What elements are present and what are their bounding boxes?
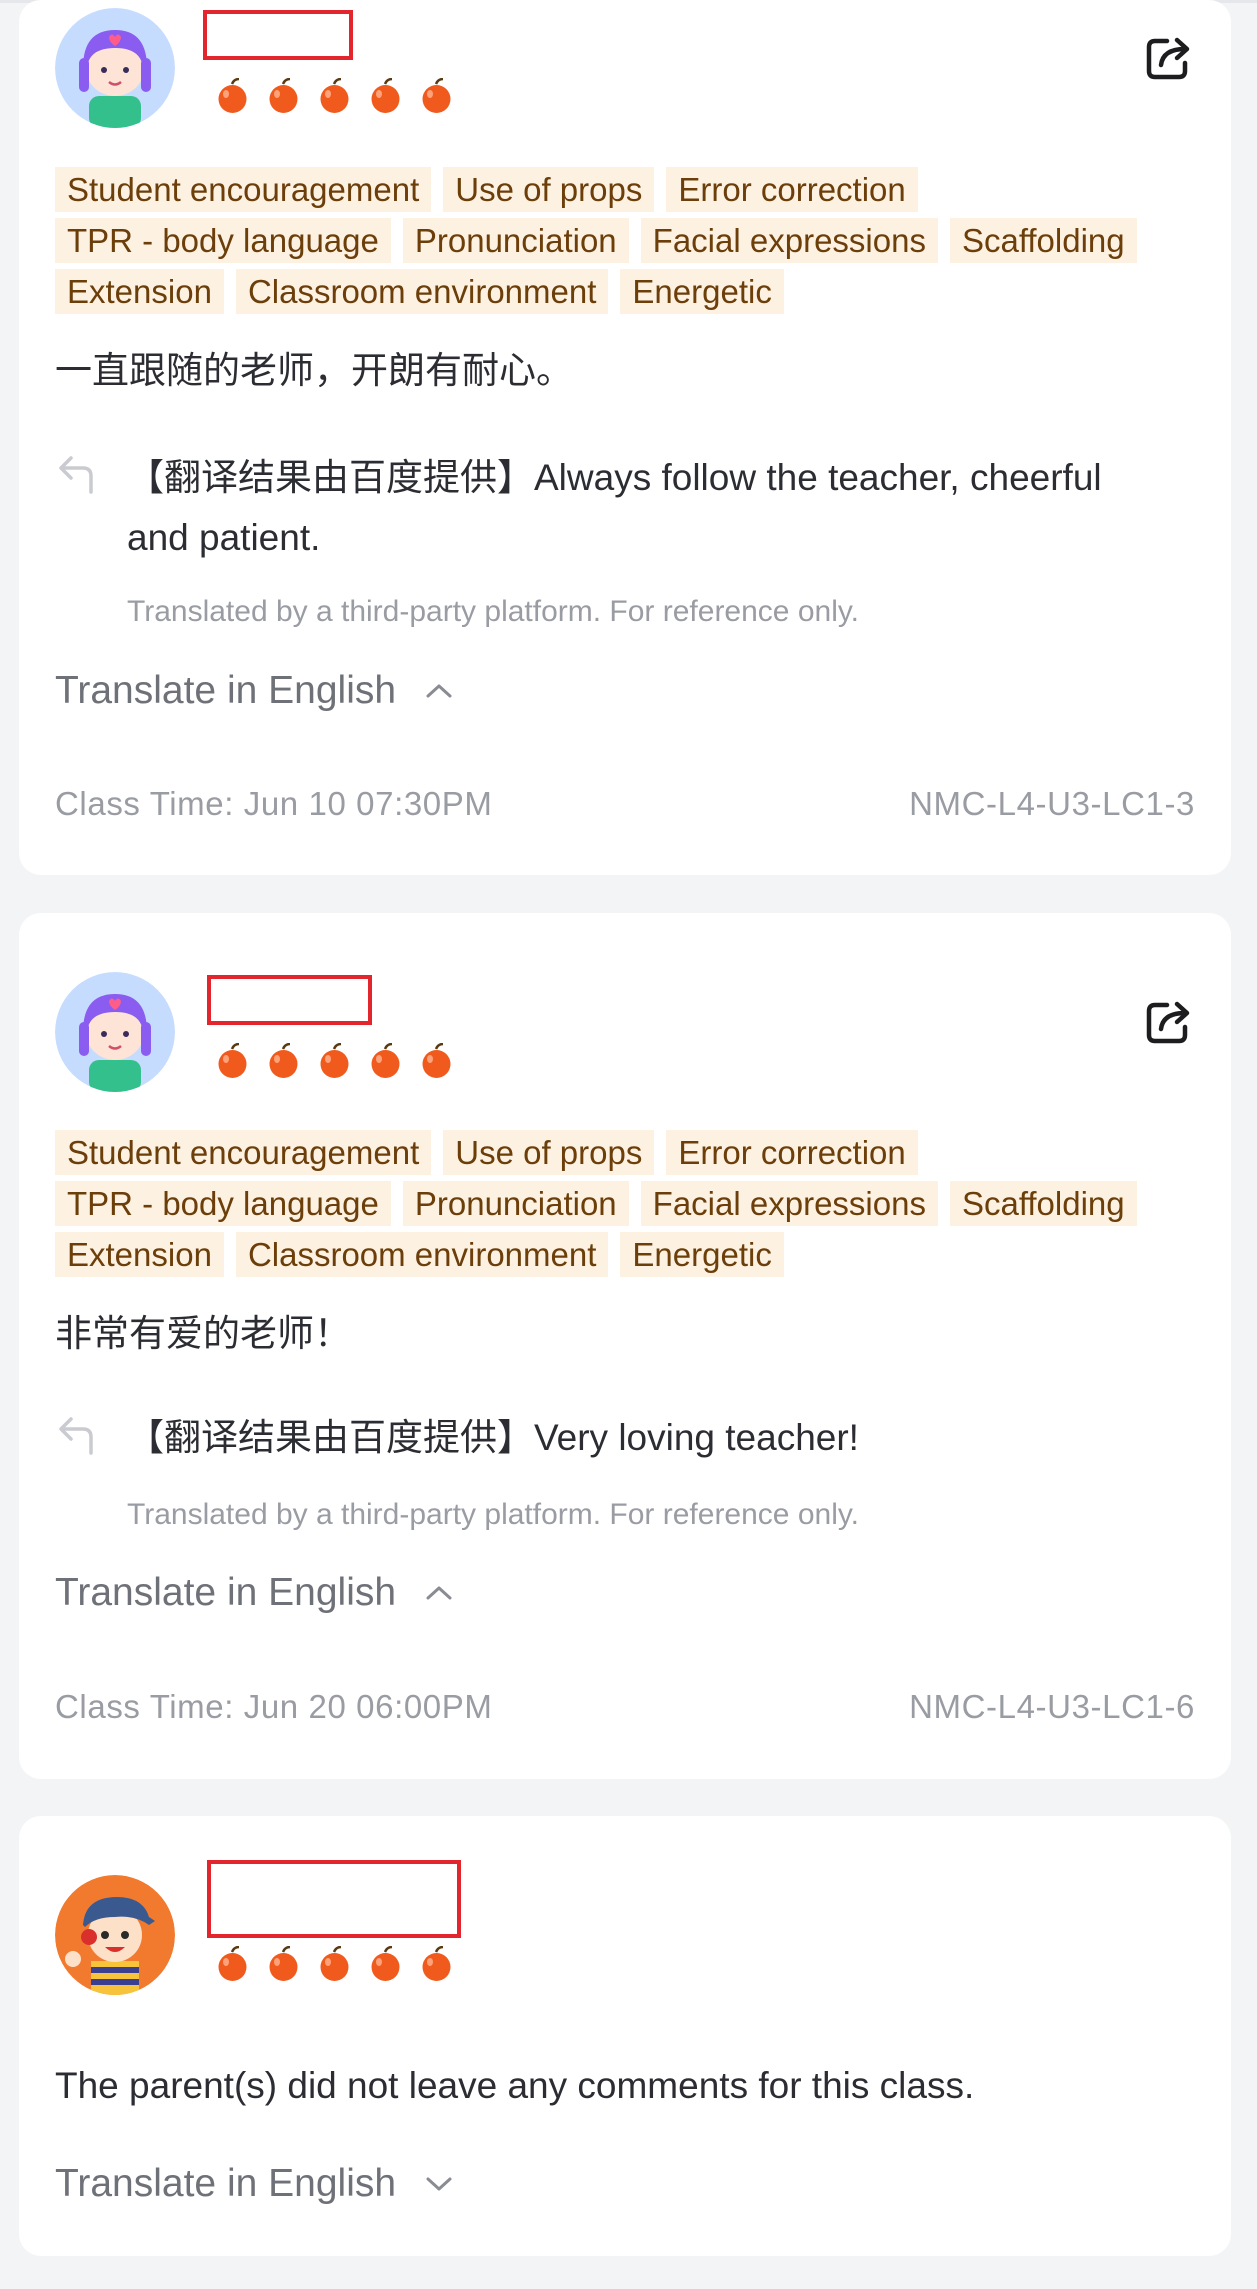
apple-icon (269, 1043, 298, 1078)
translate-label: Translate in English (55, 1571, 397, 1614)
review-list-page: Student encouragement Use of props Error… (0, 0, 1257, 2289)
tag: Error correction (666, 1130, 918, 1175)
review-card: Student encouragement Use of props Error… (19, 0, 1231, 875)
rating-apples (215, 1043, 454, 1079)
girl-avatar-icon (55, 8, 175, 128)
share-icon (1146, 1001, 1190, 1044)
comment-text: 非常有爱的老师！ (55, 1313, 351, 1354)
apple-icon (218, 1043, 247, 1078)
tag-list: Student encouragement Use of props Error… (55, 167, 1155, 314)
class-code: NMC-L4-U3-LC1-3 (909, 785, 1195, 822)
teacher-name-redacted (207, 975, 372, 1025)
comment-text: 一直跟随的老师，开朗有耐心。 (55, 350, 573, 391)
chevron-down-icon (422, 2167, 456, 2201)
tag: Use of props (443, 167, 655, 212)
translate-toggle-button[interactable]: Translate in English (55, 667, 456, 715)
apple-icon (371, 78, 400, 113)
tag: Facial expressions (640, 218, 938, 263)
comment-text: The parent(s) did not leave any comments… (55, 2065, 975, 2106)
apple-icon (320, 1043, 349, 1078)
class-time: Class Time: Jun 10 07:30PM (55, 785, 493, 822)
translation-text: 【翻译结果由百度提供】Very loving teacher! (127, 1417, 859, 1458)
tag: Classroom environment (235, 269, 609, 314)
girl-avatar-icon (55, 972, 175, 1092)
tag: Use of props (443, 1130, 655, 1175)
review-card: The parent(s) did not leave any comments… (19, 1816, 1231, 2256)
translate-toggle-button[interactable]: Translate in English (55, 1569, 456, 1617)
translation-text: 【翻译结果由百度提供】Always follow the teacher, ch… (127, 457, 1102, 558)
translate-toggle-button[interactable]: Translate in English (55, 2160, 456, 2208)
tag: Energetic (620, 1232, 784, 1277)
share-button[interactable] (1141, 995, 1195, 1049)
apple-icon (269, 78, 298, 113)
tag: TPR - body language (55, 218, 391, 263)
tag: Facial expressions (640, 1181, 938, 1226)
translate-label: Translate in English (55, 669, 397, 712)
avatar (55, 8, 175, 128)
tag-list: Student encouragement Use of props Error… (55, 1130, 1155, 1277)
apple-icon (371, 1946, 400, 1981)
teacher-name-redacted (203, 10, 353, 60)
apple-icon (422, 1043, 451, 1078)
tag: Energetic (620, 269, 784, 314)
apple-icon (371, 1043, 400, 1078)
boy-avatar-icon (55, 1875, 175, 1995)
avatar (55, 972, 175, 1092)
rating-apples (215, 78, 454, 114)
chevron-up-icon (422, 1576, 456, 1610)
tag: Pronunciation (402, 218, 629, 263)
apple-icon (269, 1946, 298, 1981)
tag: Scaffolding (949, 1181, 1137, 1226)
tag: Extension (55, 269, 224, 314)
share-icon (1146, 37, 1190, 80)
translation-note: Translated by a third-party platform. Fo… (127, 1498, 859, 1531)
tag: Extension (55, 1232, 224, 1277)
teacher-name-redacted (207, 1860, 461, 1938)
tag: Pronunciation (402, 1181, 629, 1226)
class-code: NMC-L4-U3-LC1-6 (909, 1688, 1195, 1725)
tag: Error correction (666, 167, 918, 212)
chevron-up-icon (422, 674, 456, 708)
apple-icon (218, 78, 247, 113)
tag: Scaffolding (949, 218, 1137, 263)
share-button[interactable] (1141, 31, 1195, 85)
review-card: Student encouragement Use of props Error… (19, 913, 1231, 1779)
translation-note: Translated by a third-party platform. Fo… (127, 595, 859, 628)
apple-icon (320, 78, 349, 113)
translate-arrow-icon (55, 1411, 105, 1461)
apple-icon (218, 1946, 247, 1981)
tag: Classroom environment (235, 1232, 609, 1277)
apple-icon (422, 78, 451, 113)
tag: Student encouragement (55, 1130, 432, 1175)
class-time: Class Time: Jun 20 06:00PM (55, 1688, 493, 1725)
apple-icon (320, 1946, 349, 1981)
tag: TPR - body language (55, 1181, 391, 1226)
translate-arrow-icon (55, 450, 105, 500)
avatar (55, 1875, 175, 1995)
rating-apples (215, 1946, 454, 1982)
translate-label: Translate in English (55, 2162, 397, 2205)
tag: Student encouragement (55, 167, 432, 212)
apple-icon (422, 1946, 451, 1981)
